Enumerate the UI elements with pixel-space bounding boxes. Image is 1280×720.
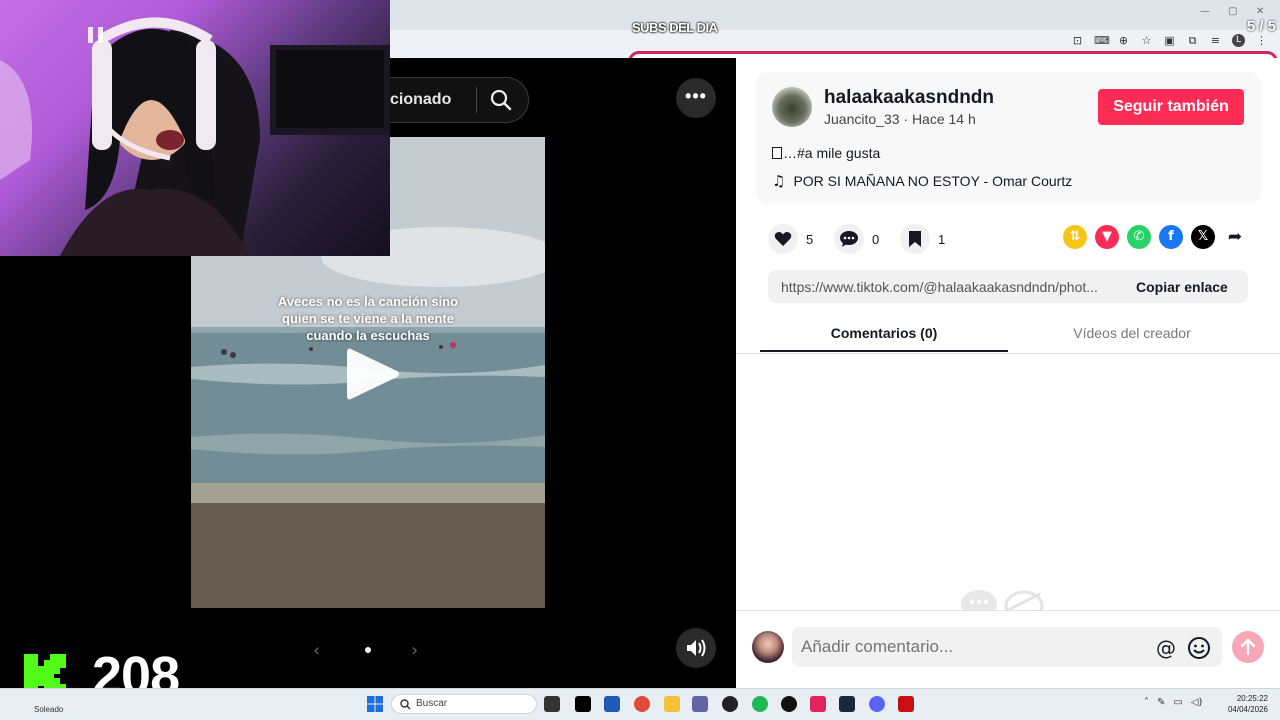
pause-icon[interactable] xyxy=(86,26,106,44)
like-stat[interactable]: 5 xyxy=(768,224,813,254)
network-icon[interactable]: ▭ xyxy=(1173,697,1182,708)
bookmark-star-icon[interactable]: ☆ xyxy=(1140,34,1153,48)
store-app-icon[interactable] xyxy=(604,696,620,712)
zoom-icon[interactable]: ⊕ xyxy=(1117,34,1130,48)
clock-date: 04/04/2026 xyxy=(1227,705,1268,714)
tab-creator-videos[interactable]: Vídeos del creador xyxy=(1008,325,1256,341)
tabs-divider xyxy=(736,353,1280,354)
menu-icon[interactable]: ⋮ xyxy=(1255,34,1268,48)
active-tab-underline xyxy=(760,350,1008,352)
caption-line: cuando la escuchas xyxy=(306,328,430,343)
spotify-app-icon[interactable] xyxy=(752,696,768,712)
close-window-button[interactable]: ✕ xyxy=(1256,6,1264,17)
minimize-button[interactable]: — xyxy=(1200,6,1210,17)
whatsapp-icon[interactable]: ✆ xyxy=(1127,225,1151,249)
copy-link-button[interactable]: Copiar enlace xyxy=(1136,279,1228,295)
capcut-app-icon[interactable] xyxy=(810,696,826,712)
taskbar-search-label[interactable]: Buscar xyxy=(416,698,447,709)
current-user-avatar[interactable] xyxy=(752,631,784,663)
play-icon[interactable] xyxy=(345,345,401,403)
pen-icon[interactable]: ✎ xyxy=(1157,697,1165,708)
task-view-icon[interactable] xyxy=(544,696,560,712)
post-description-text: …#a mile gusta xyxy=(783,145,881,161)
search-pill-label[interactable]: cionado xyxy=(390,91,451,109)
taskbar-search-icon xyxy=(400,699,411,710)
file-explorer-icon[interactable] xyxy=(664,696,680,712)
tab-comments[interactable]: Comentarios (0) xyxy=(760,325,1008,341)
post-description: …#a mile gusta xyxy=(772,145,880,161)
save-stat[interactable]: 1 xyxy=(900,224,945,254)
speaker-icon xyxy=(687,639,706,657)
volume-icon[interactable]: ◁) xyxy=(1191,697,1203,708)
author-avatar[interactable] xyxy=(772,87,812,127)
send-icon[interactable]: ▼ xyxy=(1095,225,1119,249)
volume-button[interactable] xyxy=(676,628,716,668)
post-comment-button[interactable] xyxy=(1232,631,1264,663)
photo-caption: Aveces no es la canción sino quien se te… xyxy=(191,293,545,344)
save-count: 1 xyxy=(938,231,946,247)
windows-start-icon[interactable] xyxy=(367,696,383,712)
subs-goal-title: SUBS DEL DIA xyxy=(632,20,718,35)
install-icon[interactable]: ⊡ xyxy=(1071,34,1084,48)
comment-bubble-icon[interactable] xyxy=(834,224,864,254)
follow-button[interactable]: Seguir también xyxy=(1098,89,1244,125)
author-subline: Juancito_33 · Hace 14 h xyxy=(824,111,976,127)
more-options-button[interactable]: ••• xyxy=(676,78,716,118)
profile-icon[interactable]: L xyxy=(1232,34,1245,47)
like-count: 5 xyxy=(806,231,814,247)
previous-photo-button[interactable]: ‹ xyxy=(313,640,320,661)
chrome-app-icon[interactable] xyxy=(634,696,650,712)
bookmark-icon[interactable] xyxy=(900,224,930,254)
discord-app-icon[interactable] xyxy=(869,696,885,712)
post-music[interactable]: ♫ POR SI MAÑANA NO ESTOY - Omar Courtz xyxy=(772,172,1072,190)
comment-input[interactable] xyxy=(801,637,1131,657)
tray-chevron-icon[interactable]: ˄ xyxy=(1144,697,1149,708)
mention-button[interactable]: @ xyxy=(1156,636,1176,660)
x-icon[interactable]: 𝕏 xyxy=(1191,225,1215,249)
puzzle-icon[interactable]: ⧉ xyxy=(1186,34,1199,48)
media-player-icon[interactable] xyxy=(722,696,738,712)
maximize-button[interactable]: ▢ xyxy=(1228,6,1237,17)
share-arrow-icon[interactable]: ➦ xyxy=(1223,225,1247,249)
clock-time: 20:25:22 xyxy=(1236,694,1268,703)
comment-stat[interactable]: 0 xyxy=(834,224,879,254)
subs-goal-counter: 5 / 5 xyxy=(1246,18,1276,35)
weather-widget[interactable]: Soleado xyxy=(34,705,63,714)
empty-comments-illustration xyxy=(961,590,1044,610)
taskbar-clock[interactable]: 20:25:22 04/04/2026 xyxy=(1228,693,1268,715)
browser-tab-strip xyxy=(390,0,1280,30)
next-photo-button[interactable]: › xyxy=(411,640,418,661)
heart-icon[interactable] xyxy=(768,224,798,254)
arrow-up-icon xyxy=(1240,638,1256,656)
teams-app-icon[interactable] xyxy=(692,696,708,712)
translate-icon[interactable]: ⌨ xyxy=(1094,34,1110,48)
share-buttons: ⇅ ▼ ✆ f 𝕏 ➦ xyxy=(1063,225,1247,249)
photo-indicator-dot xyxy=(365,647,371,653)
caption-line: quien se te viene a la mente xyxy=(282,311,454,326)
comment-count: 0 xyxy=(872,231,880,247)
post-link[interactable]: https://www.tiktok.com/@halaakaakasndndn… xyxy=(781,279,1117,295)
taskbar-search[interactable] xyxy=(391,694,537,714)
system-tray: ˄ ✎ ▭ ◁) xyxy=(1144,697,1202,708)
extension-icon[interactable]: ▣ xyxy=(1163,34,1176,48)
music-title[interactable]: POR SI MAÑANA NO ESTOY - Omar Courtz xyxy=(793,173,1072,189)
caption-line: Aveces no es la canción sino xyxy=(277,294,459,309)
steam-app-icon[interactable] xyxy=(839,696,855,712)
music-note-icon: ♫ xyxy=(772,172,786,190)
search-icon[interactable] xyxy=(489,88,513,112)
browser-toolbar-icons: ⊡ ⌨ ⊕ ☆ ▣ ⧉ ≡ L ⋮ xyxy=(1071,34,1268,48)
search-separator xyxy=(476,87,477,113)
tiktok-app-icon[interactable] xyxy=(575,696,591,712)
game-app-icon[interactable] xyxy=(898,696,914,712)
webcam-overlay xyxy=(0,0,390,256)
streamer-camera xyxy=(0,17,390,256)
emoji-icon[interactable] xyxy=(1187,636,1211,660)
comment-bar-divider xyxy=(736,610,1280,611)
reading-list-icon[interactable]: ≡ xyxy=(1209,34,1222,48)
repost-icon[interactable]: ⇅ xyxy=(1063,225,1087,249)
facebook-icon[interactable]: f xyxy=(1159,225,1183,249)
emoji-glyph xyxy=(772,147,782,159)
obs-app-icon[interactable] xyxy=(781,696,797,712)
author-username[interactable]: halaakaakasndndn xyxy=(824,87,994,109)
